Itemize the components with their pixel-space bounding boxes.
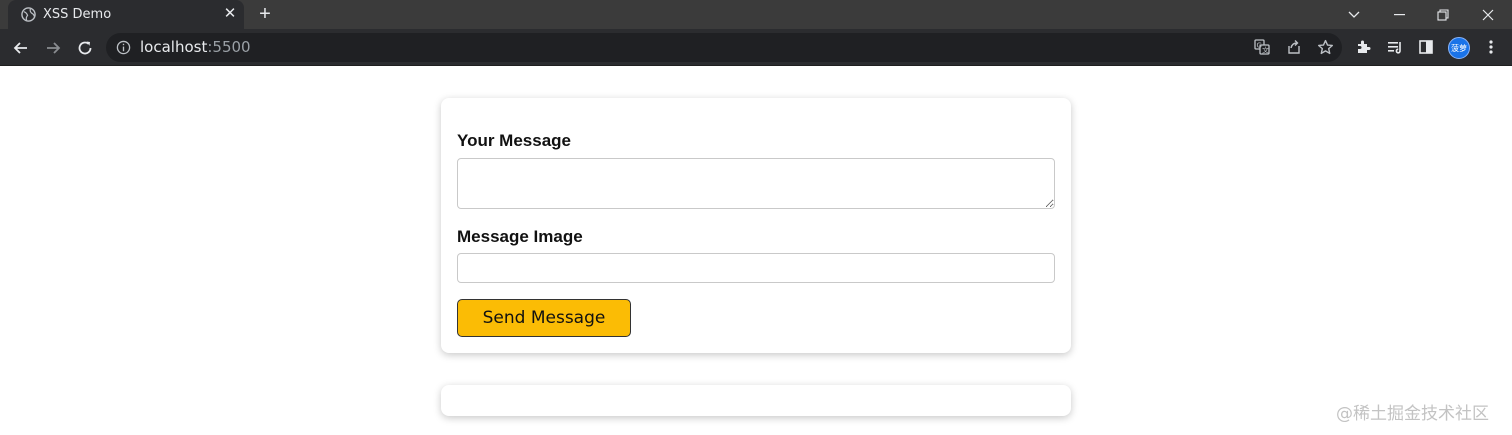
tab-title: XSS Demo <box>43 7 112 22</box>
restore-icon <box>1437 8 1449 21</box>
close-window-button[interactable] <box>1466 0 1510 29</box>
send-message-button[interactable]: Send Message <box>457 299 631 337</box>
messages-output-card <box>441 385 1071 416</box>
svg-text:文: 文 <box>1262 46 1269 55</box>
url-text[interactable]: localhost:5500 <box>140 38 251 56</box>
watermark-text: @稀土掘金技术社区 <box>1336 404 1489 424</box>
address-bar[interactable]: localhost:5500 G 文 <box>106 33 1342 62</box>
forward-button[interactable] <box>40 35 66 61</box>
back-button[interactable] <box>8 35 34 61</box>
image-url-input[interactable] <box>457 253 1055 283</box>
menu-kebab-icon[interactable] <box>1482 38 1500 56</box>
tab-search-button[interactable] <box>1332 0 1376 29</box>
restore-button[interactable] <box>1421 0 1465 29</box>
extensions-icon[interactable] <box>1355 38 1373 56</box>
profile-avatar[interactable]: 菠萝 <box>1448 37 1470 59</box>
new-tab-button[interactable]: + <box>254 3 276 25</box>
reading-list-icon[interactable] <box>1386 38 1404 56</box>
minimize-icon <box>1393 13 1405 15</box>
chevron-down-icon <box>1348 11 1360 18</box>
url-host: localhost <box>140 38 208 56</box>
url-port: :5500 <box>207 38 251 56</box>
message-form-card: Your Message Message Image Send Message <box>441 98 1071 353</box>
arrow-right-icon <box>47 42 61 54</box>
globe-icon <box>21 7 36 22</box>
close-tab-icon[interactable]: ✕ <box>222 6 238 22</box>
tab-strip: XSS Demo ✕ + <box>0 0 1512 29</box>
side-panel-icon[interactable] <box>1417 38 1435 56</box>
star-icon[interactable] <box>1316 38 1334 56</box>
image-label: Message Image <box>457 227 583 246</box>
reload-button[interactable] <box>72 35 98 61</box>
tab-xss-demo[interactable]: XSS Demo ✕ <box>8 0 244 29</box>
message-textarea[interactable] <box>457 158 1055 209</box>
close-icon <box>1482 9 1494 20</box>
arrow-left-icon <box>13 42 27 54</box>
browser-toolbar: localhost:5500 G 文 菠萝 <box>0 29 1512 66</box>
reload-icon <box>78 41 92 55</box>
info-icon[interactable] <box>116 40 131 55</box>
minimize-button[interactable] <box>1377 0 1421 29</box>
translate-icon[interactable]: G 文 <box>1253 38 1271 56</box>
message-label: Your Message <box>457 131 572 150</box>
share-icon[interactable] <box>1285 38 1303 56</box>
